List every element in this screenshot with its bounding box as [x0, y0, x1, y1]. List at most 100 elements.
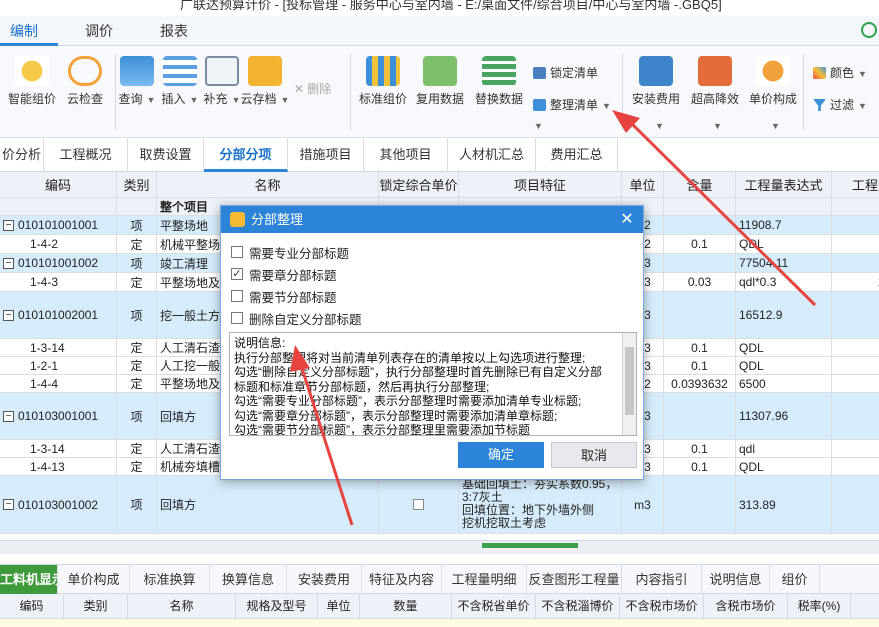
collapse-toggle-icon[interactable]: −	[3, 499, 14, 510]
grid-cell-expr[interactable]: qdl	[736, 440, 832, 458]
standard-pricing-button[interactable]: 标准组价	[353, 46, 413, 107]
grid-cell-quantity[interactable]: 1130	[832, 440, 879, 458]
grid-cell-quantity[interactable]: 119	[832, 235, 879, 254]
grid-cell-quantity[interactable]: 165	[832, 375, 879, 393]
organize-list-button[interactable]: 整理清单 ▼	[533, 96, 611, 113]
grid-cell[interactable]	[379, 476, 459, 534]
ok-button[interactable]: 确定	[458, 442, 544, 468]
grid-cell-expr[interactable]: 11307.96	[736, 393, 832, 440]
scroll-thumb[interactable]	[625, 347, 634, 415]
install-fee-button[interactable]: 安装费用	[626, 46, 686, 107]
grid-cell-quantity[interactable]: 1130	[832, 458, 879, 476]
tab-cost-summary[interactable]: 费用汇总	[536, 138, 618, 172]
filter-button[interactable]: 过滤 ▼	[813, 96, 867, 113]
grid-cell-qty-ratio[interactable]: 0.1	[664, 458, 736, 476]
grid-cell-code[interactable]: 1-4-3	[0, 273, 117, 292]
detail-tab[interactable]: 反查图形工程量	[527, 565, 622, 594]
grid-cell-expr[interactable]: QDL	[736, 339, 832, 357]
grid-cell-expr[interactable]: QDL	[736, 458, 832, 476]
info-scrollbar[interactable]	[622, 333, 636, 435]
delete-button[interactable]: ✕ 删除	[294, 80, 331, 97]
grid-cell-code[interactable]: 1-4-13	[0, 458, 117, 476]
dropdown-caret-icon[interactable]: ▼	[534, 121, 543, 131]
menu-tab-report[interactable]: 报表	[160, 21, 188, 41]
detail-tab[interactable]: 换算信息	[210, 565, 287, 594]
grid-cell-type[interactable]: 项	[117, 216, 157, 235]
grid-cell-expr[interactable]: qdl*0.3	[736, 273, 832, 292]
grid-cell-type[interactable]: 定	[117, 357, 157, 375]
grid-cell-code[interactable]: 1-3-14	[0, 339, 117, 357]
option-delete-custom-title[interactable]: 删除自定义分部标题	[231, 309, 362, 327]
checkbox-section-title[interactable]	[231, 290, 243, 302]
column-header[interactable]: 工程量表达式	[736, 172, 832, 198]
tab-labor-material-summary[interactable]: 人材机汇总	[448, 138, 536, 172]
grid-cell-quantity[interactable]: 1130	[832, 393, 879, 440]
tab-fee-settings[interactable]: 取费设置	[128, 138, 204, 172]
grid-cell-expr[interactable]: 11908.7	[736, 216, 832, 235]
column-header[interactable]: 锁定综合单价	[379, 172, 459, 198]
grid-cell-qty-ratio[interactable]	[664, 476, 736, 534]
grid-cell-qty-ratio[interactable]: 0.1	[664, 339, 736, 357]
grid-cell-quantity[interactable]: 7750	[832, 254, 879, 273]
column-header[interactable]: 含量	[664, 172, 736, 198]
detail-column-header[interactable]: 含税市场价	[704, 594, 788, 619]
detail-column-header[interactable]: 编码	[0, 594, 64, 619]
grid-cell-type[interactable]: 定	[117, 458, 157, 476]
collapse-toggle-icon[interactable]: −	[3, 219, 14, 231]
option-professional-title[interactable]: 需要专业分部标题	[231, 243, 349, 261]
detail-tab[interactable]: 内容指引	[622, 565, 702, 594]
info-description-box[interactable]: 说明信息: 执行分部整理将对当前清单列表存在的清单按以上勾选项进行整理; 勾选“…	[229, 332, 637, 436]
detail-tab[interactable]: 工料机显示	[0, 565, 58, 594]
splitter-handle[interactable]	[482, 543, 578, 548]
user-icon[interactable]	[861, 22, 877, 38]
grid-cell-qty-ratio[interactable]: 0.1	[664, 357, 736, 375]
detail-tab[interactable]: 特征及内容	[362, 565, 442, 594]
detail-column-header[interactable]: 税率(%)	[788, 594, 851, 619]
close-icon[interactable]: ✕	[619, 206, 635, 233]
lock-list-button[interactable]: 锁定清单	[533, 64, 598, 81]
detail-column-header[interactable]: 不含税市场价	[620, 594, 704, 619]
color-button[interactable]: 颜色 ▼	[813, 64, 867, 81]
option-section-title[interactable]: 需要节分部标题	[231, 287, 337, 305]
detail-tab[interactable]: 标准换算	[130, 565, 210, 594]
grid-cell-qty-ratio[interactable]: 0.1	[664, 440, 736, 458]
option-chapter-title[interactable]: ✓ 需要章分部标题	[231, 265, 337, 283]
grid-cell-quantity[interactable]: 2325.	[832, 273, 879, 292]
detail-column-header[interactable]: 不含税淄博价	[536, 594, 620, 619]
grid-cell-name[interactable]: 回填方	[157, 476, 379, 534]
detail-tab[interactable]: 工程量明细	[442, 565, 527, 594]
cloud-check-button[interactable]: 云检查	[55, 46, 115, 107]
checkbox-chapter-title[interactable]: ✓	[231, 268, 243, 280]
column-header[interactable]: 名称	[157, 172, 379, 198]
detail-column-header[interactable]: 规格及型号	[236, 594, 318, 619]
grid-cell-expr[interactable]: 6500	[736, 375, 832, 393]
grid-cell-code[interactable]: −010103001002	[0, 476, 117, 534]
grid-cell-code[interactable]: 1-4-2	[0, 235, 117, 254]
grid-cell-code[interactable]: −010101002001	[0, 292, 117, 339]
grid-cell-quantity[interactable]: 165	[832, 292, 879, 339]
collapse-toggle-icon[interactable]: −	[3, 257, 14, 269]
tab-other-items[interactable]: 其他项目	[364, 138, 448, 172]
tab-project-overview[interactable]: 工程概况	[44, 138, 128, 172]
grid-cell-type[interactable]: 项	[117, 254, 157, 273]
grid-cell-qty-ratio[interactable]	[664, 254, 736, 273]
grid-cell-code[interactable]: −010101001001	[0, 216, 117, 235]
column-header[interactable]: 项目特征	[459, 172, 622, 198]
grid-cell-expr[interactable]: 77504.11	[736, 254, 832, 273]
grid-cell-type[interactable]: 定	[117, 235, 157, 254]
grid-cell-quantity[interactable]: 165	[832, 357, 879, 375]
grid-cell-expr[interactable]: 313.89	[736, 476, 832, 534]
detail-column-header[interactable]: 数量	[360, 594, 452, 619]
grid-cell-quantity[interactable]: 119	[832, 216, 879, 235]
grid-cell-type[interactable]: 项	[117, 292, 157, 339]
smart-pricing-button[interactable]: 智能组价	[2, 46, 62, 107]
detail-column-header[interactable]: 类别	[64, 594, 128, 619]
grid-cell-type[interactable]: 项	[117, 393, 157, 440]
grid-cell-qty-ratio[interactable]	[664, 216, 736, 235]
grid-cell-unit[interactable]: m3	[622, 476, 664, 534]
checkbox-professional-title[interactable]	[231, 246, 243, 258]
cancel-button[interactable]: 取消	[551, 442, 637, 468]
dropdown-caret-icon[interactable]: ▼	[771, 121, 780, 131]
grid-cell-code[interactable]: 1-2-1	[0, 357, 117, 375]
grid-cell-qty-ratio[interactable]: 0.1	[664, 235, 736, 254]
